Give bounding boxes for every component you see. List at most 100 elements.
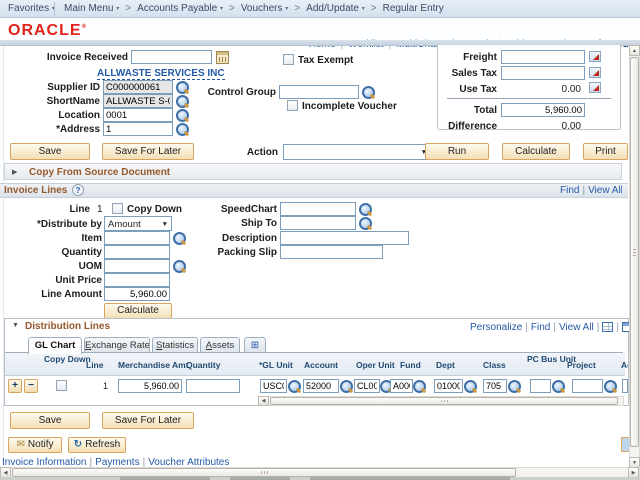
row-quantity-input[interactable] <box>186 379 240 393</box>
print-button[interactable]: Print <box>583 143 628 160</box>
address-input[interactable] <box>103 122 173 136</box>
oracle-logo: ORACLE® <box>8 22 87 40</box>
item-input[interactable] <box>104 231 170 245</box>
sales-tax-worksheet-icon[interactable] <box>589 67 601 78</box>
col-class: Class <box>483 361 506 370</box>
table-hscroll-thumb[interactable] <box>270 397 618 405</box>
calendar-icon[interactable] <box>216 51 229 64</box>
control-group-input[interactable] <box>279 85 359 99</box>
row-copy-down-checkbox[interactable] <box>56 380 67 391</box>
view-all-link[interactable]: View All <box>559 322 594 333</box>
tab-show-all-columns[interactable]: ⊞ <box>244 337 266 353</box>
vscroll-up-button[interactable]: ▲ <box>629 45 640 56</box>
class-lookup-icon[interactable] <box>508 380 521 393</box>
control-group-label: Control Group <box>186 87 276 98</box>
project-input[interactable] <box>572 379 603 393</box>
download-grid-icon[interactable] <box>602 322 613 332</box>
line-value: 1 <box>97 204 103 215</box>
supplier-id-input[interactable] <box>103 80 173 94</box>
address-lookup-icon[interactable] <box>176 123 189 136</box>
collapse-arrow-icon[interactable]: ▼ <box>12 322 19 329</box>
find-link[interactable]: Find <box>531 322 550 333</box>
tab-exchange-rate[interactable]: Exchange Rate <box>84 337 150 353</box>
calculate-line-button[interactable]: Calculate <box>104 303 172 319</box>
run-button[interactable]: Run <box>425 143 489 160</box>
invoice-received-input[interactable] <box>131 50 212 64</box>
quantity-input[interactable] <box>104 245 170 259</box>
peoplesoft-voucher-page: Favorites ▾ Main Menu ▾ > Accounts Payab… <box>0 0 640 480</box>
class-input[interactable] <box>483 379 507 393</box>
find-link[interactable]: Find <box>560 185 579 196</box>
tab-statistics[interactable]: Statistics <box>152 337 198 353</box>
freight-worksheet-icon[interactable] <box>589 51 601 62</box>
account-lookup-icon[interactable] <box>340 380 353 393</box>
footer-save-for-later-button[interactable]: Save For Later <box>102 412 194 429</box>
dept-input[interactable] <box>434 379 463 393</box>
speedchart-input[interactable] <box>280 202 356 216</box>
difference-label: Difference <box>420 121 497 132</box>
main-menu[interactable]: Main Menu ▾ <box>64 3 119 14</box>
crumb-vouchers[interactable]: Vouchers ▾ <box>241 3 289 14</box>
sales-tax-input[interactable] <box>501 66 585 80</box>
crumb-accounts-payable[interactable]: Accounts Payable ▾ <box>137 3 223 14</box>
action-select[interactable]: ▼ <box>283 144 431 160</box>
oper-unit-input[interactable] <box>354 379 380 393</box>
shortname-input[interactable] <box>103 94 173 108</box>
table-hscroll-left-button[interactable]: ◀ <box>258 396 269 406</box>
line-amount-input[interactable] <box>104 287 170 301</box>
vscroll-thumb[interactable] <box>630 57 639 447</box>
supplier-name-link[interactable]: ALLWASTE SERVICES INC <box>97 68 225 80</box>
freight-input[interactable] <box>501 50 585 64</box>
tab-assets[interactable]: Assets <box>200 337 240 353</box>
tax-exempt-checkbox[interactable] <box>283 54 294 65</box>
view-all-link[interactable]: View All <box>588 185 622 196</box>
account-input[interactable] <box>303 379 339 393</box>
uom-label: UOM <box>12 261 102 272</box>
merchandise-amt-input[interactable] <box>118 379 182 393</box>
item-lookup-icon[interactable] <box>173 232 186 245</box>
pc-bus-unit-input[interactable] <box>530 379 551 393</box>
fund-input[interactable] <box>390 379 413 393</box>
ship-to-lookup-icon[interactable] <box>359 217 372 230</box>
personalize-link[interactable]: Personalize <box>470 322 522 333</box>
control-group-lookup-icon[interactable] <box>362 86 375 99</box>
help-icon[interactable]: ? <box>72 184 84 196</box>
fund-lookup-icon[interactable] <box>413 380 426 393</box>
project-lookup-icon[interactable] <box>604 380 617 393</box>
add-row-button[interactable]: + <box>8 379 22 393</box>
notify-button[interactable]: ✉Notify <box>8 437 62 453</box>
save-for-later-button[interactable]: Save For Later <box>102 143 194 160</box>
uom-input[interactable] <box>104 259 170 273</box>
incomplete-voucher-checkbox[interactable] <box>287 100 298 111</box>
pc-bus-unit-lookup-icon[interactable] <box>552 380 565 393</box>
action-label: Action <box>226 147 278 158</box>
copy-from-source-section[interactable]: ▶ Copy From Source Document <box>4 163 622 180</box>
description-input[interactable] <box>280 231 409 245</box>
delete-row-button[interactable]: − <box>24 379 38 393</box>
footer-save-button[interactable]: Save <box>10 412 90 429</box>
expand-arrow-icon[interactable]: ▶ <box>12 168 17 176</box>
save-button[interactable]: Save <box>10 143 90 160</box>
distribute-by-select[interactable]: Amount ▼ <box>104 216 172 231</box>
gl-unit-lookup-icon[interactable] <box>288 380 301 393</box>
ship-to-input[interactable] <box>280 216 356 230</box>
refresh-button[interactable]: ↻Refresh <box>68 437 126 453</box>
tab-gl-chart[interactable]: GL Chart <box>28 337 82 354</box>
gl-unit-input[interactable] <box>260 379 287 393</box>
total-input[interactable] <box>501 103 585 117</box>
hscroll-thumb[interactable] <box>12 468 516 477</box>
crumb-add-update[interactable]: Add/Update ▾ <box>306 3 365 14</box>
packing-slip-input[interactable] <box>280 245 383 259</box>
activity-input-partial[interactable] <box>622 379 628 393</box>
copy-down-checkbox[interactable] <box>112 203 123 214</box>
header-link-bar: Home|Worklist|MultiChannel Console|Add t… <box>0 18 640 40</box>
location-input[interactable] <box>103 108 173 122</box>
use-tax-worksheet-icon[interactable] <box>589 82 601 93</box>
favorites-menu[interactable]: Favorites ▾ <box>8 3 55 14</box>
speedchart-lookup-icon[interactable] <box>359 203 372 216</box>
dept-lookup-icon[interactable] <box>464 380 477 393</box>
uom-lookup-icon[interactable] <box>173 260 186 273</box>
location-lookup-icon[interactable] <box>176 109 189 122</box>
calculate-button[interactable]: Calculate <box>502 143 570 160</box>
unit-price-input[interactable] <box>104 273 170 287</box>
